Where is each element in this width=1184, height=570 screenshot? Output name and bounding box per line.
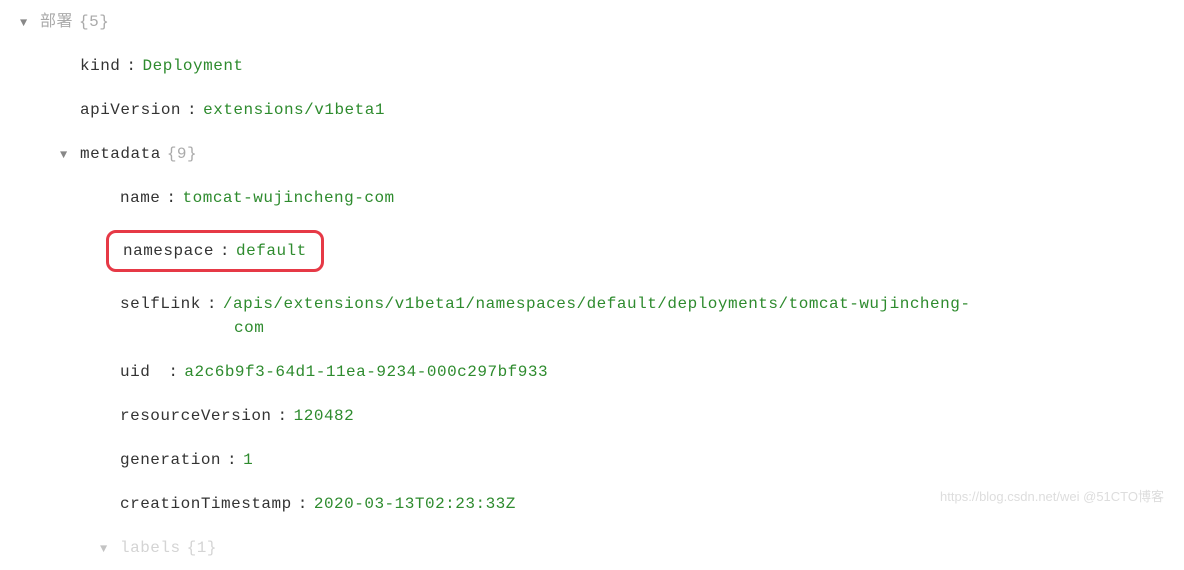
tree-key: uid xyxy=(120,360,150,384)
highlight-box: namespace : default xyxy=(106,230,324,272)
tree-key: resourceVersion xyxy=(120,404,272,428)
watermark: https://blog.csdn.net/wei @51CTO博客 xyxy=(940,487,1164,507)
colon: : xyxy=(126,54,136,78)
tree-row-kind[interactable]: kind : Deployment xyxy=(20,54,1164,78)
tree-value: 1 xyxy=(243,448,253,472)
tree-row-resourceversion[interactable]: resourceVersion : 120482 xyxy=(20,404,1164,428)
tree-row-apiversion[interactable]: apiVersion : extensions/v1beta1 xyxy=(20,98,1164,122)
tree-value: extensions/v1beta1 xyxy=(203,98,385,122)
tree-row-generation[interactable]: generation : 1 xyxy=(20,448,1164,472)
tree-value: 2020-03-13T02:23:33Z xyxy=(314,492,516,516)
tree-value: 120482 xyxy=(294,404,355,428)
tree-row-root[interactable]: ▼ 部署 {5} xyxy=(20,10,1164,34)
tree-row-labels[interactable]: ▼ labels {1} xyxy=(0,536,1164,560)
tree-value: /apis/extensions/v1beta1/namespaces/defa… xyxy=(223,292,971,316)
chevron-down-icon[interactable]: ▼ xyxy=(20,10,40,32)
tree-key: generation xyxy=(120,448,221,472)
tree-key: name xyxy=(120,186,160,210)
tree-row-namespace[interactable]: namespace : default xyxy=(6,230,1164,272)
tree-row-uid[interactable]: uid : a2c6b9f3-64d1-11ea-9234-000c297bf9… xyxy=(20,360,1164,384)
colon: : xyxy=(168,360,178,384)
colon: : xyxy=(220,239,230,263)
tree-key: 部署 xyxy=(40,10,73,34)
tree-count: {9} xyxy=(167,142,197,166)
tree-value: tomcat-wujincheng-com xyxy=(183,186,395,210)
chevron-down-icon[interactable]: ▼ xyxy=(60,142,80,164)
tree-value: default xyxy=(236,239,307,263)
tree-row-name[interactable]: name : tomcat-wujincheng-com xyxy=(20,186,1164,210)
tree-key: namespace xyxy=(123,239,214,263)
chevron-down-icon[interactable]: ▼ xyxy=(100,536,120,558)
tree-key: creationTimestamp xyxy=(120,492,292,516)
tree-count: {5} xyxy=(79,10,109,34)
tree-count: {1} xyxy=(187,536,217,560)
colon: : xyxy=(187,98,197,122)
tree-key: kind xyxy=(80,54,120,78)
colon: : xyxy=(166,186,176,210)
colon: : xyxy=(207,292,217,316)
tree-value-cont: com xyxy=(234,316,264,340)
tree-key: labels xyxy=(120,536,181,560)
colon: : xyxy=(298,492,308,516)
colon: : xyxy=(227,448,237,472)
tree-key: apiVersion xyxy=(80,98,181,122)
tree-row-selflink[interactable]: selfLink : /apis/extensions/v1beta1/name… xyxy=(20,292,1164,340)
tree-value: Deployment xyxy=(143,54,244,78)
tree-row-metadata[interactable]: ▼ metadata {9} xyxy=(0,142,1164,166)
tree-key: selfLink xyxy=(120,292,201,316)
tree-key: metadata xyxy=(80,142,161,166)
tree-value: a2c6b9f3-64d1-11ea-9234-000c297bf933 xyxy=(184,360,548,384)
colon: : xyxy=(278,404,288,428)
